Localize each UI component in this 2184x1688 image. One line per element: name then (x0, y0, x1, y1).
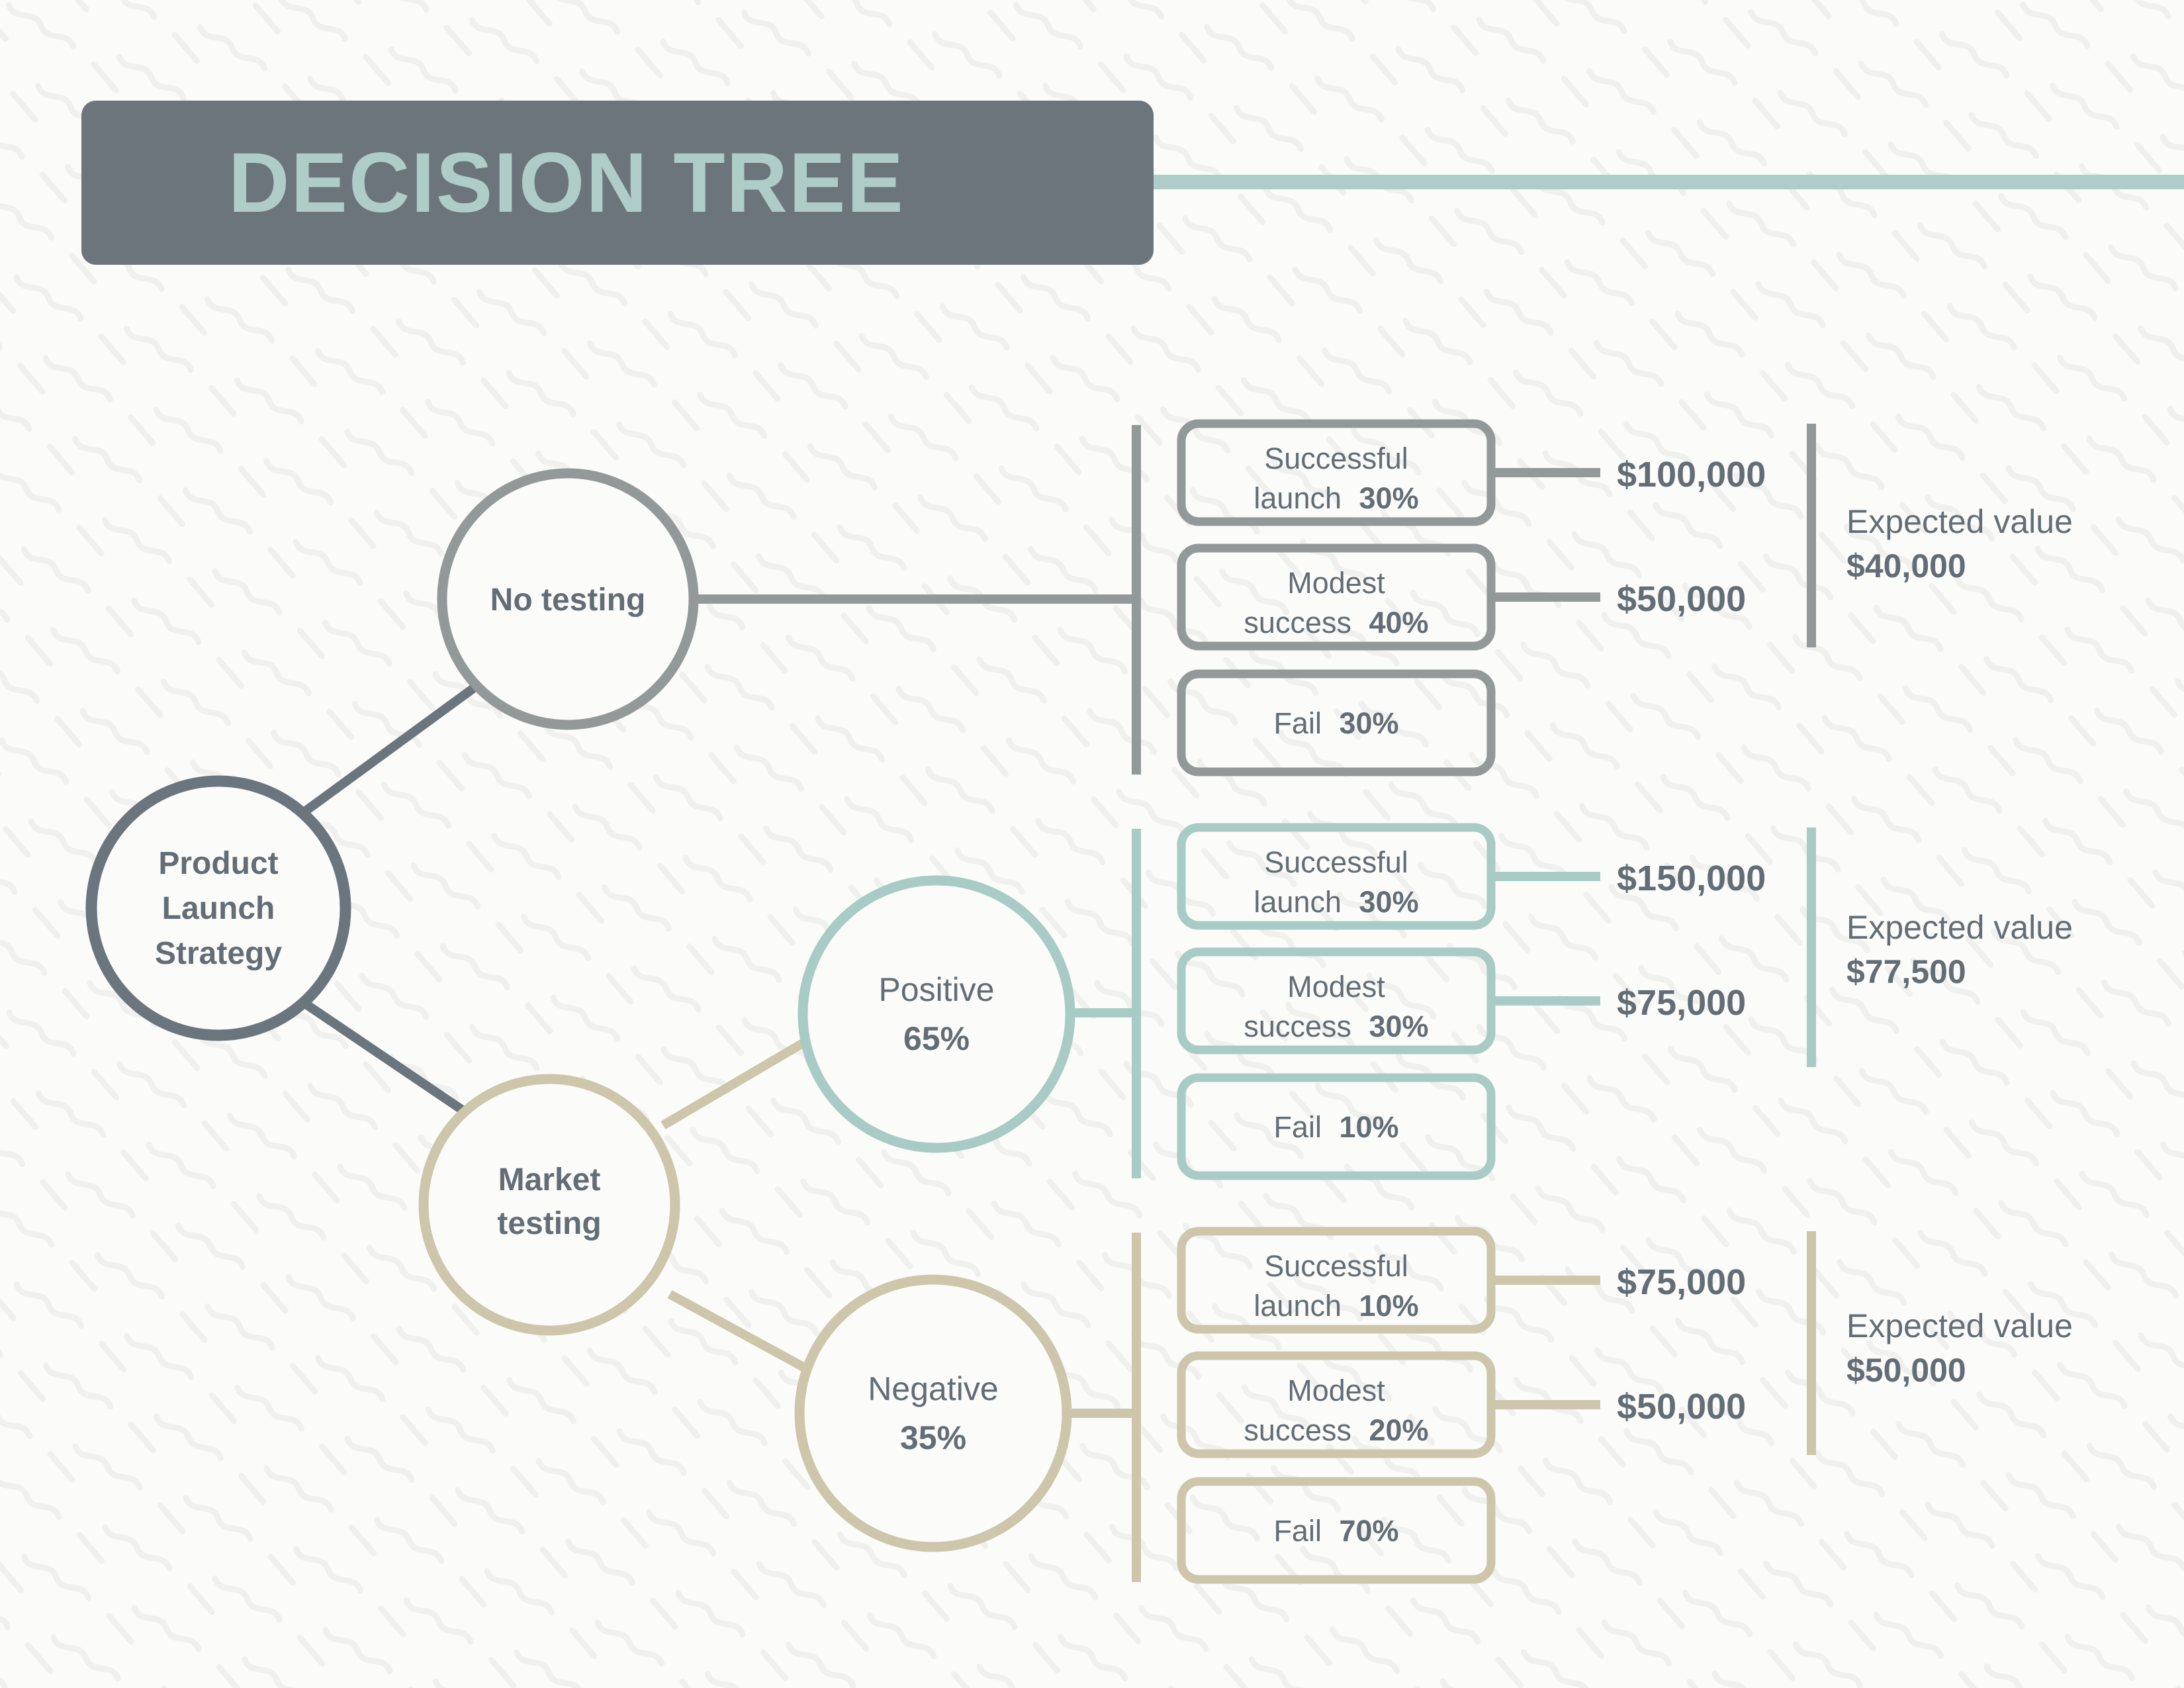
expected-value-positive: $77,500 (1846, 953, 1966, 990)
outcome-label-line1: Successful (1264, 845, 1408, 879)
outcome-box-shape (1177, 1073, 1496, 1180)
root-label-line-2: Strategy (155, 936, 282, 971)
outcome-value-positive-0: $150,000 (1617, 859, 1766, 898)
ev-bar-no-testing (1807, 424, 1816, 647)
header-group: DECISION TREE (81, 101, 2184, 265)
edge-root-to-no-testing (298, 684, 477, 818)
edge-market-to-positive (660, 1028, 823, 1130)
node-prob-negative: 35% (900, 1419, 966, 1456)
outcome-label-line1: Modest (1287, 566, 1385, 600)
edge-root-to-market-testing (298, 997, 478, 1123)
outcome-group-no-testing: Successful launch 30% $100,000 Modest su… (1177, 419, 2073, 776)
node-positive[interactable]: Positive 65% (797, 875, 1075, 1153)
outcome-pct: 10% (1359, 1289, 1419, 1323)
outcome-value-no-testing-1: $50,000 (1617, 579, 1746, 619)
outcome-box-no-testing-2[interactable]: Fail 30% (1177, 669, 1496, 776)
outcome-label-line2-text: success (1244, 606, 1351, 639)
page-title: DECISION TREE (228, 136, 905, 230)
outcome-box-positive-0[interactable]: Successful launch 30% (1177, 823, 1496, 930)
spine-negative (1132, 1233, 1141, 1582)
node-label-positive: Positive (878, 971, 994, 1008)
outcome-pct: 10% (1339, 1110, 1398, 1144)
node-label-market-testing-line-1: testing (497, 1206, 601, 1241)
outcome-label-line1-text: Fail (1273, 1110, 1322, 1144)
title-accent-rule (1154, 175, 2184, 189)
node-market-testing[interactable]: Market testing (418, 1074, 680, 1336)
outcome-label-fail: Fail 30% (1273, 706, 1398, 740)
outcome-value-no-testing-0: $100,000 (1617, 455, 1766, 494)
outcome-pct: 70% (1339, 1514, 1398, 1548)
outcome-group-negative: Successful launch 10% $75,000 Modest suc… (1177, 1227, 2073, 1584)
outcome-label-line2-text: success (1244, 1413, 1351, 1447)
outcome-value-negative-1: $50,000 (1617, 1387, 1746, 1427)
outcome-label-line2: launch 30% (1253, 481, 1418, 515)
outcome-box-negative-1[interactable]: Modest success 20% (1177, 1351, 1496, 1458)
root-label-line-1: Launch (162, 891, 275, 926)
outcome-label-line2: launch 30% (1253, 885, 1418, 919)
node-circle (794, 1274, 1072, 1552)
expected-value-negative: $50,000 (1846, 1352, 1966, 1389)
node-negative[interactable]: Negative 35% (794, 1274, 1072, 1552)
outcome-group-positive: Successful launch 30% $150,000 Modest su… (1177, 823, 2073, 1180)
outcome-label-line2: success 20% (1244, 1413, 1428, 1447)
outcome-label-line2-text: success (1244, 1009, 1351, 1043)
diagram-canvas: DECISION TREE Successful launch 30% $100… (81, 101, 2184, 1584)
outcome-pct: 20% (1369, 1413, 1429, 1447)
outcome-label-line2: launch 10% (1253, 1289, 1418, 1323)
outcome-box-shape (1177, 669, 1496, 776)
outcome-box-shape (1177, 1477, 1496, 1584)
root-label-line-0: Product (158, 846, 278, 881)
outcome-label-line2: success 30% (1244, 1009, 1428, 1043)
node-label-no-testing: No testing (490, 583, 646, 618)
outcome-box-positive-1[interactable]: Modest success 30% (1177, 947, 1496, 1055)
node-label-negative: Negative (868, 1370, 998, 1407)
spine-no-testing (1132, 425, 1141, 774)
outcome-pct: 30% (1359, 885, 1419, 919)
edge-market-to-negative (667, 1289, 818, 1378)
outcome-label-line2-text: launch (1253, 481, 1342, 515)
outcome-pct: 30% (1339, 706, 1398, 740)
outcome-box-negative-2[interactable]: Fail 70% (1177, 1477, 1496, 1584)
expected-value-no-testing: $40,000 (1846, 547, 1966, 585)
outcome-label-fail: Fail 10% (1273, 1110, 1398, 1144)
outcome-label-line1: Modest (1287, 1374, 1385, 1407)
outcome-value-negative-0: $75,000 (1617, 1262, 1746, 1302)
outcome-box-no-testing-0[interactable]: Successful launch 30% (1177, 419, 1496, 526)
outcome-box-negative-0[interactable]: Successful launch 10% (1177, 1227, 1496, 1334)
expected-value-label-positive: Expected value (1846, 909, 2073, 946)
outcome-pct: 40% (1369, 606, 1429, 639)
outcome-label-line1-text: Fail (1273, 1514, 1322, 1548)
node-prob-positive: 65% (903, 1020, 970, 1057)
ev-bar-positive (1807, 827, 1816, 1067)
outcome-label-line1: Modest (1287, 970, 1385, 1004)
outcome-pct: 30% (1369, 1009, 1429, 1043)
outcome-label-line1-text: Fail (1273, 706, 1322, 740)
outcome-label-line2-text: launch (1253, 1289, 1342, 1323)
node-label-market-testing-line-0: Market (498, 1162, 601, 1197)
outcome-pct: 30% (1359, 481, 1419, 515)
node-circle (797, 875, 1075, 1153)
node-no-testing[interactable]: No testing (437, 468, 699, 730)
outcome-box-positive-2[interactable]: Fail 10% (1177, 1073, 1496, 1180)
expected-value-label-negative: Expected value (1846, 1307, 2073, 1344)
outcome-label-line1: Successful (1264, 1249, 1408, 1283)
ev-bar-negative (1807, 1231, 1816, 1455)
node-product-launch-strategy[interactable]: Product Launch Strategy (85, 775, 351, 1041)
outcome-label-line2: success 40% (1244, 606, 1428, 639)
outcome-label-fail: Fail 70% (1273, 1514, 1398, 1548)
node-circle (418, 1074, 680, 1336)
branch-spines-group (1132, 425, 1141, 1582)
outcome-box-no-testing-1[interactable]: Modest success 40% (1177, 543, 1496, 651)
spine-positive (1132, 829, 1141, 1178)
outcome-label-line1: Successful (1264, 442, 1408, 475)
outcome-value-positive-1: $75,000 (1617, 983, 1746, 1023)
expected-value-label-no-testing: Expected value (1846, 503, 2073, 540)
decision-tree-infographic: DECISION TREE Successful launch 30% $100… (0, 0, 2184, 1688)
outcome-label-line2-text: launch (1253, 885, 1342, 919)
